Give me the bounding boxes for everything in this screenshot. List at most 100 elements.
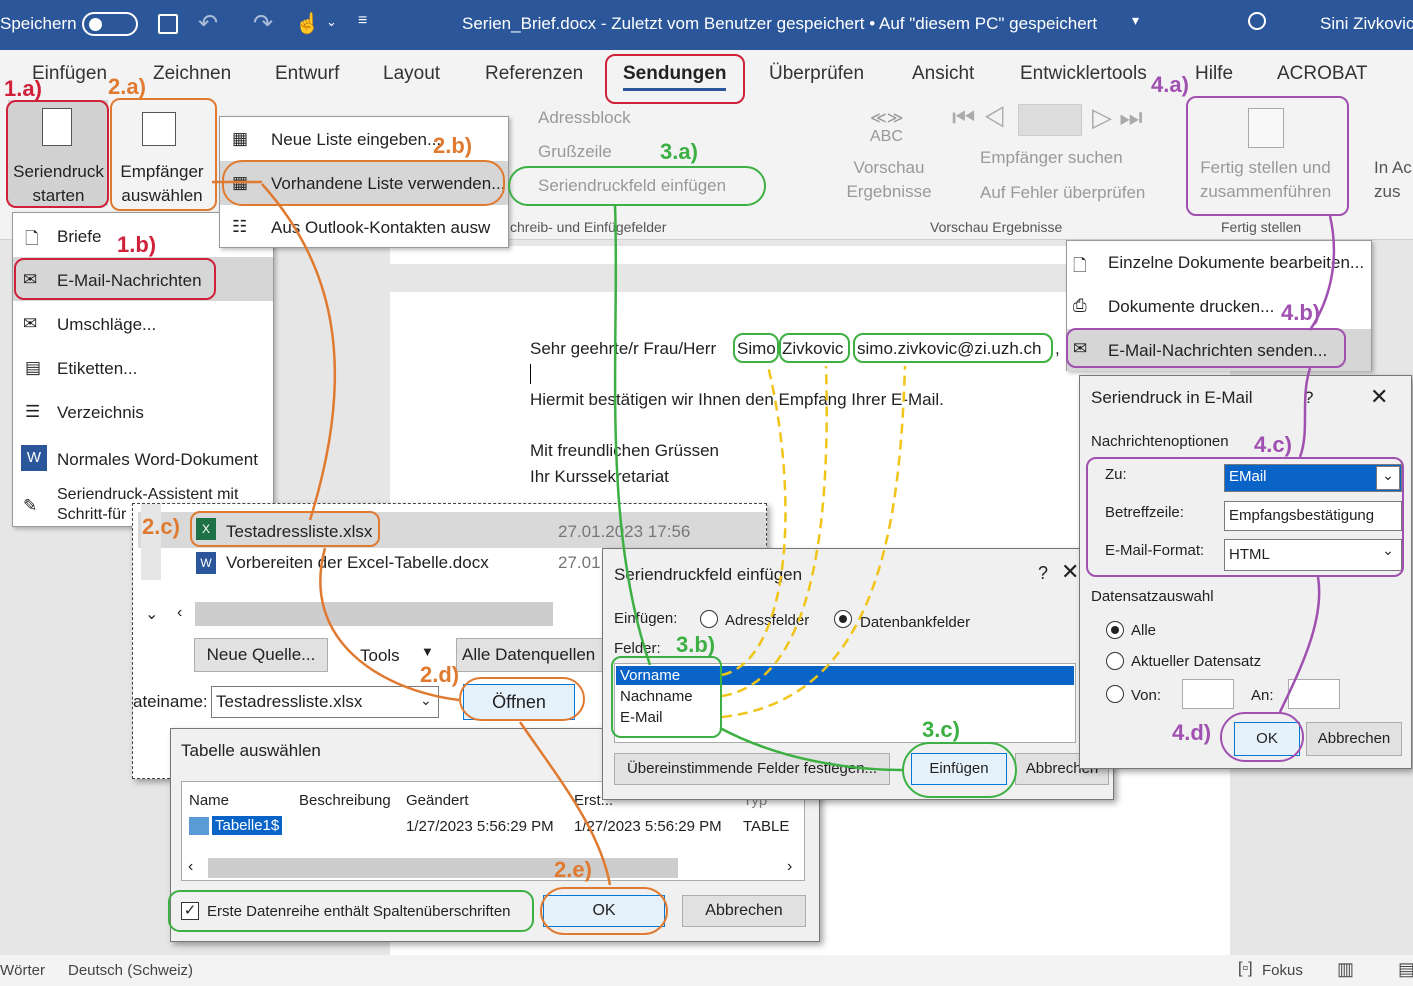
email-cancel-button[interactable]: Abbrechen (1306, 722, 1402, 756)
tab-zeichnen[interactable]: Zeichnen (153, 63, 231, 85)
vorschau-ergebnisse-button[interactable]: Vorschau Ergebnisse (843, 156, 935, 204)
record-navigation-icons[interactable]: ⏮ ◁ (952, 102, 1006, 134)
tools-menu[interactable]: Tools (360, 646, 400, 666)
radio-alle[interactable] (1106, 621, 1124, 639)
radio-von[interactable] (1106, 685, 1124, 703)
search-icon[interactable] (1248, 12, 1266, 30)
menu-item-outlook[interactable]: Aus Outlook-Kontakten ausw (271, 218, 490, 238)
menu-item-etiketten[interactable]: Etiketten... (57, 359, 137, 379)
signature-text: Ihr Kurssekretariat (530, 467, 669, 486)
scroll-left-icon[interactable]: ‹ (177, 604, 182, 622)
auf-fehler-ueberpruefen-button[interactable]: Auf Fehler überprüfen (980, 183, 1145, 203)
horizontal-scrollbar[interactable] (208, 858, 678, 878)
tab-hilfe[interactable]: Hilfe (1195, 63, 1233, 85)
scroll-right-icon[interactable]: › (787, 858, 792, 876)
annotation-label-4c: 4.c) (1254, 432, 1292, 457)
radio-alle-label: Alle (1131, 622, 1157, 639)
redo-icon[interactable]: ↷ (253, 9, 273, 38)
column-header-beschreibung[interactable]: Beschreibung (299, 792, 391, 809)
annotation-ring-2c (190, 511, 380, 547)
annotation-label-4d: 4.d) (1172, 720, 1212, 745)
autosave-toggle[interactable] (82, 12, 138, 36)
help-icon[interactable]: ? (1304, 388, 1313, 408)
radio-aktueller[interactable] (1106, 652, 1124, 670)
record-number-field[interactable] (1018, 104, 1082, 136)
filename-input[interactable]: Testadressliste.xlsx (211, 686, 439, 718)
adressblock-button[interactable]: Adressblock (538, 108, 631, 128)
menu-item-dokumente-drucken[interactable]: Dokumente drucken... (1108, 297, 1274, 317)
an-label: An: (1251, 687, 1274, 704)
outlook-contacts-icon: ☷ (232, 217, 248, 236)
tab-einfuegen[interactable]: Einfügen (32, 63, 107, 85)
close-icon[interactable]: ✕ (1370, 384, 1388, 410)
tab-ueberpruefen[interactable]: Überprüfen (769, 63, 864, 85)
title-chevron-icon[interactable]: ▾ (1132, 12, 1139, 29)
tab-layout[interactable]: Layout (383, 63, 440, 85)
tab-entwicklertools[interactable]: Entwicklertools (1020, 63, 1147, 85)
column-header-geaendert[interactable]: Geändert (406, 792, 469, 809)
print-layout-icon[interactable]: ▤ (1398, 959, 1413, 980)
save-icon[interactable] (158, 14, 178, 34)
radio-adressfelder[interactable] (700, 610, 718, 628)
menu-item-umschlaege[interactable]: Umschläge... (57, 315, 156, 335)
abc-icon: ≪≫ ABC (870, 110, 904, 145)
annotation-ring-2d (459, 677, 585, 721)
annotation-label-2a: 2.a) (108, 74, 146, 99)
read-mode-icon[interactable]: ▥ (1337, 959, 1354, 980)
undo-icon[interactable]: ↶ (198, 9, 218, 38)
user-name[interactable]: Sini Zivkovic (1320, 14, 1413, 34)
scroll-down-icon[interactable]: ⌄ (145, 604, 158, 624)
status-bar: Wörter Deutsch (Schweiz) [▫] Fokus ▥ ▤ (0, 955, 1413, 986)
directory-icon: ☰ (25, 402, 41, 421)
match-fields-button[interactable]: Übereinstimmende Felder festlegen... (614, 753, 890, 785)
touch-mode-icon[interactable]: ☝ (295, 11, 320, 36)
tools-dropdown-icon[interactable]: ▼ (421, 644, 434, 659)
menu-item-neue-liste[interactable]: Neue Liste eingeben... (271, 130, 441, 150)
von-input[interactable] (1182, 679, 1234, 709)
tab-acrobat[interactable]: ACROBAT (1277, 63, 1367, 85)
annotation-ring-checkbox (168, 890, 534, 932)
von-label: Von: (1131, 687, 1162, 704)
tab-ansicht[interactable]: Ansicht (912, 63, 974, 85)
radio-datenbankfelder[interactable] (834, 610, 852, 628)
menu-item-normales-dokument[interactable]: Normales Word-Dokument (57, 450, 258, 470)
in-acrobat-button[interactable]: In Ac zus (1374, 156, 1413, 204)
file-name[interactable]: Vorbereiten der Excel-Tabelle.docx (226, 553, 489, 573)
chevron-down-icon[interactable]: ⌄ (326, 14, 337, 30)
new-list-icon: ▦ (232, 129, 249, 148)
neue-quelle-button[interactable]: Neue Quelle... (194, 638, 328, 672)
empfaenger-suchen-button[interactable]: Empfänger suchen (980, 148, 1123, 168)
close-icon[interactable]: ✕ (1061, 559, 1079, 585)
menu-item-briefe[interactable]: Briefe (57, 227, 101, 247)
fields-label: Felder: (614, 640, 661, 657)
language-indicator[interactable]: Deutsch (Schweiz) (68, 962, 193, 979)
label-icon: ▤ (25, 358, 42, 377)
annotation-label-2d: 2.d) (420, 662, 460, 687)
envelope-icon: ✉ (23, 314, 38, 333)
help-icon[interactable]: ? (1038, 563, 1048, 584)
annotation-ring-3c (902, 742, 1017, 798)
menu-item-verzeichnis[interactable]: Verzeichnis (57, 403, 144, 423)
table-row-name[interactable]: Tabelle1$ (212, 816, 283, 835)
focus-button[interactable]: Fokus (1262, 962, 1303, 979)
filename-dropdown-icon[interactable]: ⌄ (420, 692, 432, 709)
tab-entwurf[interactable]: Entwurf (275, 63, 339, 85)
tab-referenzen[interactable]: Referenzen (485, 63, 583, 85)
filter-dropdown[interactable]: Alle Datenquellen (456, 638, 604, 672)
column-header-name[interactable]: Name (189, 792, 229, 809)
customize-toolbar-icon[interactable]: ≡ (358, 12, 367, 30)
scroll-left-icon[interactable]: ‹ (188, 858, 193, 876)
an-input[interactable] (1288, 679, 1340, 709)
salutation-text: Sehr geehrte/r Frau/Herr (530, 339, 717, 358)
word-count[interactable]: Wörter (0, 962, 45, 979)
table-cancel-button[interactable]: Abbrechen (682, 895, 806, 927)
menu-item-einzelne-dokumente[interactable]: Einzelne Dokumente bearbeiten... (1108, 253, 1364, 273)
focus-icon[interactable]: [▫] (1238, 960, 1253, 978)
grusszeile-button[interactable]: Grußzeile (538, 142, 612, 162)
group-label-fertig: Fertig stellen (1221, 219, 1302, 235)
record-navigation-next-icons[interactable]: ▷ ⏭ (1092, 102, 1143, 134)
filename-label: ateiname: (133, 692, 208, 711)
edit-documents-icon: 🗋 (1073, 256, 1087, 275)
table-dialog-title: Tabelle auswählen (181, 741, 321, 760)
horizontal-scrollbar[interactable] (195, 602, 553, 626)
